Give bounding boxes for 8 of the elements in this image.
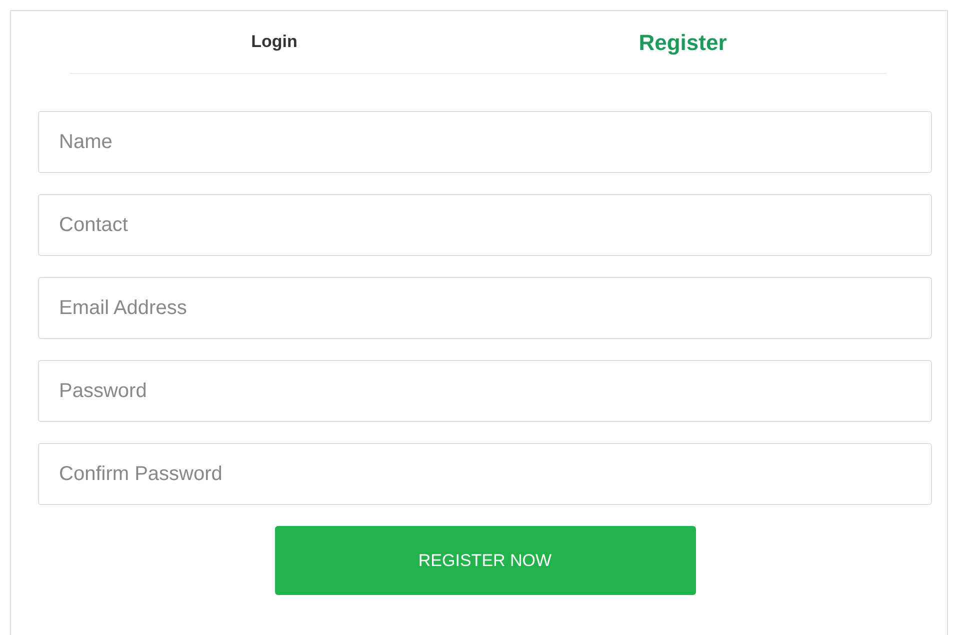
input-field[interactable]: Password [38, 360, 932, 422]
register-button[interactable]: REGISTER NOW [274, 526, 696, 595]
input-field[interactable]: Name [38, 111, 932, 173]
input-field[interactable]: Contact [38, 194, 932, 256]
input-field[interactable]: Email Address [38, 277, 932, 339]
input-field[interactable]: Confirm Password [38, 443, 932, 505]
tab[interactable]: Login [70, 25, 478, 59]
tab[interactable]: Register [478, 22, 887, 62]
